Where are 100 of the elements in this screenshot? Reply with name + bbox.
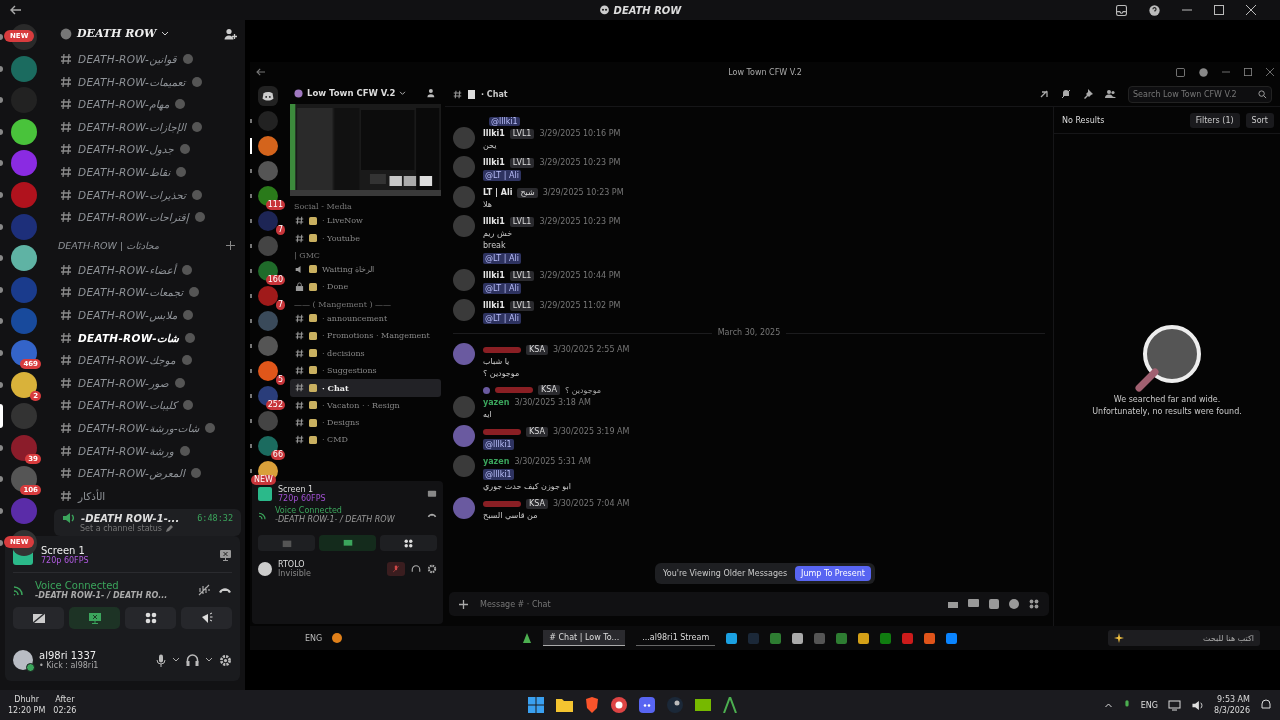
app-icon[interactable] [332,633,343,643]
noise-icon[interactable] [198,584,210,596]
chevron-up-icon[interactable] [1103,702,1113,708]
channel-item[interactable]: DEATH-ROW-ملابس [54,303,241,327]
volume-icon[interactable] [1191,699,1205,711]
stop-stream-icon[interactable] [427,489,437,499]
channel-item[interactable]: · Youtube [290,229,441,247]
channel-item[interactable]: DEATH-ROW-أعضاء [54,258,241,282]
server-icon[interactable] [11,245,37,272]
plus-icon[interactable] [226,240,235,250]
close-icon[interactable] [1246,5,1256,15]
threads-icon[interactable] [1039,89,1049,99]
sticker-icon[interactable] [989,599,999,609]
muted-bell-icon[interactable] [1061,89,1071,99]
disconnect-icon[interactable] [218,586,232,594]
notification-icon[interactable] [1260,699,1272,711]
author-name[interactable]: lllki1 [483,158,505,167]
category-label[interactable]: | GMC [290,246,441,261]
filters-button[interactable]: Filters (1) [1189,112,1240,128]
channel-item[interactable]: · Promotions · Mangement [290,326,441,345]
server-icon[interactable] [11,118,37,145]
user-avatar[interactable] [13,650,33,670]
back-arrow-icon[interactable] [256,68,266,76]
message-input[interactable]: Message # · Chat [449,592,1049,616]
author-name[interactable]: lllki1 [483,217,505,226]
headphones-icon[interactable] [411,564,421,574]
gift-icon[interactable] [948,599,958,608]
channel-item[interactable]: DEATH-ROW-نقاط [54,160,241,184]
chevron-down-icon[interactable] [399,90,407,96]
settings-icon[interactable] [427,564,437,574]
server-icon[interactable] [11,466,37,493]
channel-item[interactable]: DEATH-ROW-تجمعات [54,281,241,304]
channel-item[interactable]: · Designs [290,413,441,432]
activities-button[interactable] [380,535,437,551]
search-field[interactable]: Search Low Town CFW V.2 [1128,85,1272,103]
settings-icon[interactable] [219,653,232,667]
language-indicator[interactable]: ENG [305,633,323,643]
members-icon[interactable] [1105,89,1116,99]
app-icon[interactable] [902,632,914,644]
chevron-down-icon[interactable] [161,30,170,37]
back-arrow-icon[interactable] [10,5,22,15]
voice-status[interactable]: Voice Connected [275,506,395,515]
inbox-icon[interactable] [1176,67,1185,77]
author-name[interactable]: yazen [483,398,510,407]
clock-date[interactable]: 8/3/2026 [1214,705,1250,716]
help-icon[interactable] [1149,4,1160,16]
language-indicator[interactable]: ENG [1140,700,1159,710]
chevron-down-icon[interactable] [172,657,180,663]
disconnect-icon[interactable] [427,512,437,518]
channel-item[interactable]: · announcement [290,309,441,327]
reply-preview[interactable]: موجودين ؟ [564,385,602,395]
add-member-icon[interactable] [427,88,437,98]
category-label[interactable]: Social - Media [290,198,441,212]
clock-time[interactable]: 9:53 AM [1217,694,1250,705]
emoji-icon[interactable] [1009,599,1019,609]
author-name[interactable]: LT | Ali [483,188,513,197]
app-icon[interactable] [836,632,848,644]
app-icon[interactable] [770,632,782,644]
channel-status-field[interactable]: Set a channel status [80,524,162,533]
taskbar-button[interactable]: # Chat | Low To... [543,630,626,646]
channel-item[interactable]: · CMD [290,431,441,449]
channel-item[interactable]: DEATH-ROW-مهام [54,92,241,116]
channel-item[interactable]: · Done [290,278,441,296]
channel-item[interactable]: DEATH-ROW-ورشة [54,439,241,462]
author-name[interactable]: lllki1 [483,301,505,310]
voice-status[interactable]: Voice Connected [35,580,168,591]
mention[interactable]: @lllki1 [489,117,520,126]
maximize-icon[interactable] [1244,68,1252,76]
app-icon[interactable] [522,633,533,643]
channel-item[interactable]: DEATH-ROW-المعرض [54,461,241,485]
help-icon[interactable] [1199,67,1208,77]
author-name[interactable]: yazen [483,457,510,466]
sort-button[interactable]: Sort [1245,112,1274,128]
author-name[interactable]: lllki1 [483,271,505,280]
channel-item[interactable]: الأذكار [54,484,241,507]
apps-icon[interactable] [1029,599,1039,609]
pin-icon[interactable] [1083,89,1093,99]
server-icon[interactable] [11,339,37,366]
search-field[interactable]: اكتب هنا للبحث [1108,630,1260,646]
channel-item[interactable]: DEATH-ROW-تعميمات [54,70,241,93]
activities-button[interactable] [125,607,176,629]
app-icon[interactable] [946,632,958,644]
server-name[interactable]: DEATH ROW [77,27,157,41]
voice-channel-name[interactable]: -DEATH ROW-1-... [81,512,180,524]
channel-item[interactable]: DEATH-ROW-إقتراحات [54,205,241,229]
channel-item[interactable]: · Suggestions [290,361,441,380]
user-avatar[interactable] [258,562,272,576]
screen-share-button[interactable] [319,535,376,551]
channel-item[interactable]: DEATH-ROW-صور [54,371,241,395]
channel-item[interactable]: DEATH-ROW-شات [54,326,241,349]
category-label[interactable]: DEATH-ROW | محادثات [58,239,160,251]
camera-button[interactable] [13,607,64,629]
mention[interactable]: @LT | Ali [483,253,521,264]
microphone-icon[interactable] [156,653,166,667]
channel-item[interactable]: · LiveNow [290,212,441,230]
app-icon[interactable] [792,632,804,644]
add-member-icon[interactable] [224,27,237,40]
channel-item[interactable]: DEATH-ROW-الإجازات [54,115,241,139]
app-icon[interactable] [726,632,738,644]
mention[interactable]: @LT | Ali [483,283,521,294]
